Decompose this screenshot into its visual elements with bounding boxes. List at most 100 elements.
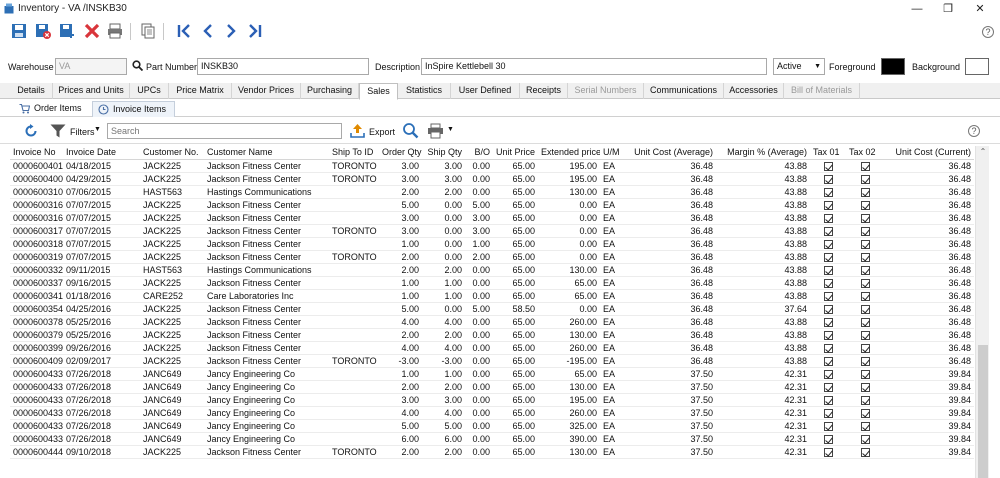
checkbox-checked-icon[interactable] [860, 356, 870, 366]
tab-prices-and-units[interactable]: Prices and Units [53, 83, 130, 99]
subtab-order-items[interactable]: Order Items [14, 101, 90, 117]
checkbox-checked-icon[interactable] [860, 265, 870, 275]
checkbox-checked-icon[interactable] [860, 200, 870, 210]
export-icon[interactable] [350, 123, 365, 138]
table-row[interactable]: 0000600319 07/07/2015 JACK225 Jackson Fitne… [10, 250, 974, 264]
table-row[interactable]: 0000600378 05/25/2016 JACK225 Jackson Fitne… [10, 315, 974, 329]
column-header-customer-no[interactable]: Customer No. [140, 146, 204, 160]
checkbox-checked-icon[interactable] [860, 239, 870, 249]
checkbox-checked-icon[interactable] [823, 265, 833, 275]
checkbox-checked-icon[interactable] [860, 343, 870, 353]
tab-price-matrix[interactable]: Price Matrix [169, 83, 232, 99]
table-row[interactable]: 0000600337 09/16/2015 JACK225 Jackson Fitne… [10, 276, 974, 290]
tab-user-defined[interactable]: User Defined [451, 83, 520, 99]
checkbox-checked-icon[interactable] [823, 330, 833, 340]
checkbox-checked-icon[interactable] [823, 278, 833, 288]
checkbox-checked-icon[interactable] [823, 356, 833, 366]
checkbox-checked-icon[interactable] [823, 291, 833, 301]
checkbox-checked-icon[interactable] [823, 434, 833, 444]
column-header-margin-average[interactable]: Margin % (Average) [716, 146, 810, 160]
table-row[interactable]: 0000600400 04/29/2015 JACK225 Jackson Fitne… [10, 172, 974, 186]
table-row[interactable]: 0000600409 02/09/2017 JACK225 Jackson Fitne… [10, 354, 974, 368]
description-field[interactable]: InSpire Kettlebell 30 [421, 58, 767, 75]
column-header-invoice-date[interactable]: Invoice Date [63, 146, 140, 160]
column-header-tax-02[interactable]: Tax 02 [846, 146, 884, 160]
search-icon[interactable] [402, 122, 419, 139]
checkbox-checked-icon[interactable] [823, 213, 833, 223]
table-row[interactable]: 0000600332 09/11/2015 HAST563 Hastings Comm… [10, 263, 974, 277]
tab-details[interactable]: Details [10, 83, 53, 99]
column-header-ship-to-id[interactable]: Ship To ID [329, 146, 379, 160]
tab-bill-of-materials[interactable]: Bill of Materials [784, 83, 860, 99]
column-header-unit-cost-average[interactable]: Unit Cost (Average) [630, 146, 716, 160]
table-row[interactable]: 0000600317 07/07/2015 JACK225 Jackson Fitne… [10, 224, 974, 238]
column-header-ship-qty[interactable]: Ship Qty [422, 146, 465, 160]
checkbox-checked-icon[interactable] [860, 330, 870, 340]
column-header-extended-price[interactable]: Extended price [538, 146, 600, 160]
checkbox-checked-icon[interactable] [823, 200, 833, 210]
print-icon[interactable] [427, 123, 444, 139]
checkbox-checked-icon[interactable] [823, 343, 833, 353]
table-row[interactable]: 0000600354 04/25/2016 JACK225 Jackson Fitne… [10, 302, 974, 316]
tab-receipts[interactable]: Receipts [520, 83, 568, 99]
column-header-unit-price[interactable]: Unit Price [493, 146, 538, 160]
checkbox-checked-icon[interactable] [823, 369, 833, 379]
table-row[interactable]: 0000600316 07/07/2015 JACK225 Jackson Fitne… [10, 198, 974, 212]
column-header-customer-name[interactable]: Customer Name [204, 146, 329, 160]
previous-record-icon[interactable] [199, 22, 217, 40]
tab-serial-numbers[interactable]: Serial Numbers [568, 83, 644, 99]
checkbox-checked-icon[interactable] [860, 161, 870, 171]
restore-button[interactable]: ❐ [933, 1, 963, 17]
tab-communications[interactable]: Communications [644, 83, 724, 99]
copy-icon[interactable] [139, 22, 157, 40]
refresh-icon[interactable] [24, 124, 38, 138]
checkbox-checked-icon[interactable] [860, 226, 870, 236]
table-row[interactable]: 0000600444 09/10/2018 JACK225 Jackson Fitne… [10, 445, 974, 459]
checkbox-checked-icon[interactable] [823, 226, 833, 236]
tab-accessories[interactable]: Accessories [724, 83, 784, 99]
checkbox-checked-icon[interactable] [860, 369, 870, 379]
checkbox-checked-icon[interactable] [860, 304, 870, 314]
tab-statistics[interactable]: Statistics [398, 83, 451, 99]
table-row[interactable]: 0000600318 07/07/2015 JACK225 Jackson Fitne… [10, 237, 974, 251]
column-header-u-m[interactable]: U/M [600, 146, 630, 160]
checkbox-checked-icon[interactable] [860, 317, 870, 327]
save-new-icon[interactable] [58, 22, 76, 40]
checkbox-checked-icon[interactable] [823, 304, 833, 314]
checkbox-checked-icon[interactable] [823, 187, 833, 197]
filters-label[interactable]: Filters [70, 127, 95, 137]
checkbox-checked-icon[interactable] [860, 395, 870, 405]
checkbox-checked-icon[interactable] [823, 239, 833, 249]
table-row[interactable]: 0000600433 07/26/2018 JANC649 Jancy Enginee… [10, 380, 974, 394]
tab-upcs[interactable]: UPCs [130, 83, 169, 99]
table-row[interactable]: 0000600399 09/26/2016 JACK225 Jackson Fitne… [10, 341, 974, 355]
table-row[interactable]: 0000600401 04/18/2015 JACK225 Jackson Fitne… [10, 159, 974, 173]
column-header-tax-01[interactable]: Tax 01 [810, 146, 846, 160]
table-row[interactable]: 0000600433 07/26/2018 JANC649 Jancy Enginee… [10, 367, 974, 381]
search-icon[interactable] [132, 60, 143, 71]
help-icon[interactable]: ? [982, 26, 994, 38]
table-row[interactable]: 0000600433 07/26/2018 JANC649 Jancy Enginee… [10, 393, 974, 407]
checkbox-checked-icon[interactable] [823, 421, 833, 431]
checkbox-checked-icon[interactable] [860, 421, 870, 431]
checkbox-checked-icon[interactable] [860, 408, 870, 418]
checkbox-checked-icon[interactable] [860, 252, 870, 262]
checkbox-checked-icon[interactable] [823, 382, 833, 392]
checkbox-checked-icon[interactable] [860, 382, 870, 392]
table-row[interactable]: 0000600433 07/26/2018 JANC649 Jancy Enginee… [10, 432, 974, 446]
table-row[interactable]: 0000600433 07/26/2018 JANC649 Jancy Enginee… [10, 406, 974, 420]
scroll-up-icon[interactable]: ⌃ [976, 146, 990, 158]
last-record-icon[interactable] [245, 22, 263, 40]
table-row[interactable]: 0000600341 01/18/2016 CARE252 Care Laborato… [10, 289, 974, 303]
checkbox-checked-icon[interactable] [860, 278, 870, 288]
tab-sales[interactable]: Sales [359, 83, 398, 100]
part-number-field[interactable]: INSKB30 [197, 58, 369, 75]
checkbox-checked-icon[interactable] [823, 447, 833, 457]
background-color-swatch[interactable] [965, 58, 989, 75]
table-row[interactable]: 0000600310 07/06/2015 HAST563 Hastings Comm… [10, 185, 974, 199]
delete-icon[interactable] [83, 22, 101, 40]
vertical-scrollbar[interactable]: ⌃ [975, 146, 989, 478]
save-close-icon[interactable] [34, 22, 52, 40]
filters-dropdown-icon[interactable]: ▼ [94, 126, 101, 133]
checkbox-checked-icon[interactable] [860, 434, 870, 444]
